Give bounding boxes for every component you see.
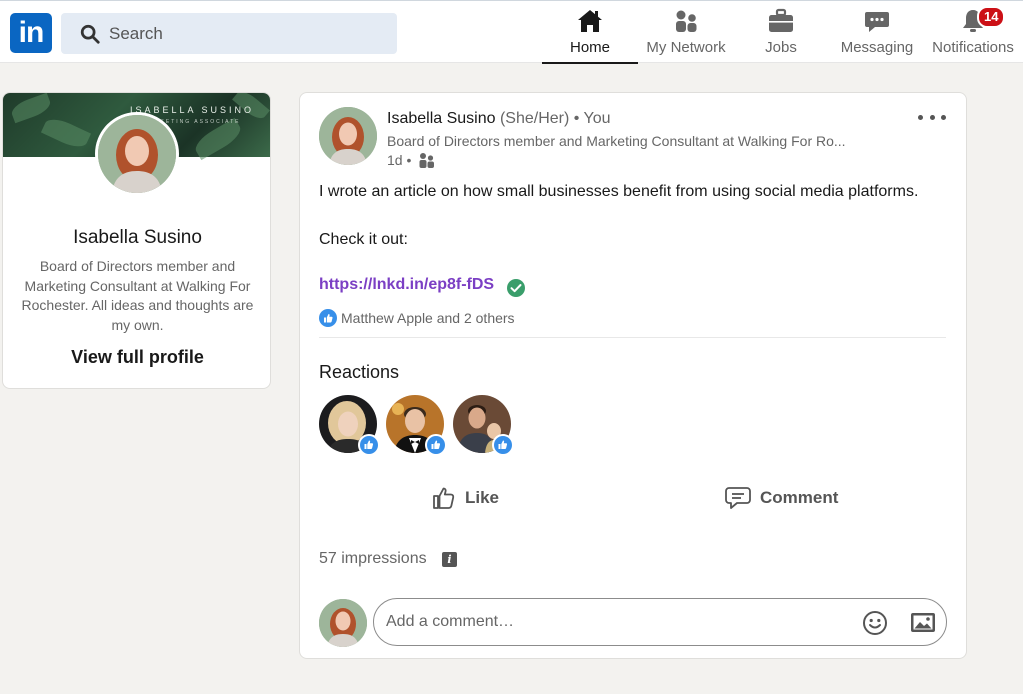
home-icon [578,10,602,32]
profile-avatar[interactable] [95,112,179,196]
like-label: Like [465,488,500,507]
chat-icon [865,12,889,32]
nav-home[interactable]: Home [542,7,638,64]
like-badge-icon [492,434,514,456]
leaf-decoration [40,114,92,152]
comment-input[interactable] [386,599,846,645]
profile-card: ISABELLA SUSINO MARKETING ASSOCIATE Isab… [2,92,271,389]
linkedin-logo[interactable]: in [10,13,52,53]
search-icon [80,24,100,44]
nav-home-label: Home [569,39,610,56]
post-article-link[interactable]: https://lnkd.in/ep8f-fDS [319,276,494,294]
post-text-line-1: I wrote an article on how small business… [319,183,919,200]
author-line: Isabella Susino (She/Her) • You [387,110,611,128]
info-icon[interactable]: i [442,552,457,567]
connections-visibility-icon [419,153,435,168]
top-navigation-bar: in Home My Network Jobs [0,0,1023,64]
comment-label: Comment [760,488,839,507]
author-pronouns: (She/Her) [499,110,570,127]
nav-messaging[interactable]: Messaging [829,7,925,64]
author-relation: • You [573,110,611,127]
profile-headline: Board of Directors member and Marketing … [21,258,254,333]
notifications-count-badge: 14 [977,6,1006,28]
like-badge-icon [425,434,447,456]
post-card: Isabella Susino (She/Her) • You Board of… [299,92,967,659]
person-photo [319,599,367,647]
profile-name[interactable]: Isabella Susino [3,227,270,249]
nav-my-network-label: My Network [646,39,726,56]
network-icon [676,10,697,32]
post-time-text: 1d • [387,152,412,168]
nav-my-network[interactable]: My Network [638,7,734,64]
impressions-count[interactable]: 57 impressions [319,550,427,568]
post-text-line-2: Check it out: [319,231,408,248]
verified-check-icon [507,279,525,297]
comment-box[interactable] [373,598,947,646]
dot [918,114,923,120]
comment-icon [725,487,751,509]
person-photo [98,115,176,193]
author-avatar[interactable] [319,107,377,165]
reactor-avatar[interactable] [453,395,514,456]
commenter-avatar [319,599,367,647]
nav-messaging-label: Messaging [840,39,914,56]
dot [941,114,946,120]
nav-jobs[interactable]: Jobs [733,7,829,64]
emoji-icon[interactable] [862,610,888,636]
dot [929,114,935,120]
nav-notifications-label: Notifications [932,39,1014,56]
person-photo [319,107,377,165]
reactor-avatar[interactable] [386,395,447,456]
nav-notifications[interactable]: 14 Notifications [925,6,1021,64]
thumbs-up-icon [433,487,455,509]
search-bar[interactable] [61,13,397,54]
more-options-button[interactable] [918,107,946,127]
image-icon[interactable] [910,611,936,635]
like-reaction-icon [319,309,337,327]
divider [319,337,946,338]
author-name[interactable]: Isabella Susino [387,110,496,127]
likes-summary-text: Matthew Apple and 2 others [341,310,515,326]
leaf-decoration [9,93,53,124]
search-input[interactable] [109,13,389,54]
reactor-avatar[interactable] [319,395,380,456]
view-full-profile-link[interactable]: View full profile [3,347,270,368]
like-button[interactable]: Like [431,481,499,515]
briefcase-icon [769,8,793,32]
author-headline: Board of Directors member and Marketing … [387,133,846,149]
likes-summary[interactable]: Matthew Apple and 2 others [319,309,515,327]
post-timestamp: 1d • [387,152,435,168]
nav-jobs-label: Jobs [765,39,797,56]
reactions-heading: Reactions [319,362,400,382]
like-badge-icon [358,434,380,456]
comment-button[interactable]: Comment [724,481,838,515]
post-body: I wrote an article on how small business… [319,180,939,252]
